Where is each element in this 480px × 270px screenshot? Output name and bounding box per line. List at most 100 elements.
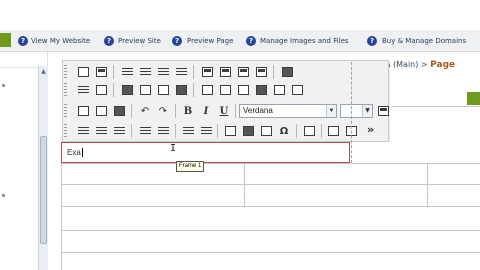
align-right-icon[interactable] [111,123,127,139]
paste-special-icon[interactable] [235,82,251,98]
nav-view-my-website[interactable]: View My Website [31,30,90,52]
breadcrumb: A (Main) > Page [385,58,455,72]
toolbar-separator [175,124,176,138]
chevron-down-icon[interactable]: ▼ [362,105,372,117]
italic-button[interactable]: I [198,103,214,119]
toolbar-separator [193,83,194,97]
outdent-icon[interactable] [180,123,196,139]
divider [0,67,38,68]
paste-format-icon[interactable] [289,82,305,98]
help-icon[interactable]: ? [246,36,256,46]
move-right-icon[interactable] [137,64,153,80]
align-left-icon[interactable] [75,123,91,139]
indent-icon[interactable] [198,123,214,139]
toolbar-row-layout [64,63,387,81]
move-down-icon[interactable] [173,64,189,80]
copy-format-icon[interactable] [271,82,287,98]
toolbar-separator [273,65,274,79]
insert-table-icon[interactable] [222,123,238,139]
redo-icon[interactable]: ↷ [155,103,171,119]
scrollbar-thumb[interactable] [40,136,47,244]
table-row-line [61,206,480,207]
align-center-icon[interactable] [93,123,109,139]
nav-buy-manage-domains[interactable]: Buy & Manage Domains [382,30,466,52]
font-family-select[interactable]: Verdana ▼ [239,104,337,118]
left-scrollbar[interactable]: ▲ [38,66,48,270]
table-row-line [61,252,480,253]
toolbar-separator [113,65,114,79]
insert-field-icon[interactable] [93,82,109,98]
toolbar-row-format: ↶ ↷ B I U Verdana ▼ ▼ [64,102,389,120]
insert-image-icon[interactable] [173,82,189,98]
toolbar-separator [175,104,176,118]
nav-preview-page[interactable]: Preview Page [187,30,233,52]
duplicate-icon[interactable] [253,82,269,98]
insert-object-icon[interactable] [301,123,317,139]
copy-text-icon[interactable] [93,103,109,119]
insert-cross-icon[interactable] [137,82,153,98]
move-up-icon[interactable] [155,64,171,80]
paste-icon[interactable] [217,82,233,98]
cursor-select-icon[interactable] [75,82,91,98]
bold-button[interactable]: B [180,103,196,119]
move-left-icon[interactable] [119,64,135,80]
table-col-line [427,163,428,206]
layout-middle-icon[interactable] [217,64,233,80]
toolbar-grip-icon[interactable] [64,124,67,138]
layout-bottom-icon[interactable] [235,64,251,80]
nav-preview-site[interactable]: Preview Site [118,30,161,52]
help-icon[interactable]: ? [367,36,377,46]
text-frame-input[interactable]: Exa [61,142,350,163]
insert-shape-icon[interactable] [155,82,171,98]
bullet-icon [2,84,5,87]
top-nav-bar: ? View My Website ? Preview Site ? Previ… [0,30,480,52]
layout-block-icon[interactable] [279,64,295,80]
toolbar-row-edit [64,81,387,99]
toolbar-grip-icon[interactable] [64,104,67,118]
text-color-icon[interactable] [375,103,391,119]
copy-icon[interactable] [199,82,215,98]
special-character-icon[interactable]: Ω [276,123,292,139]
insert-columns-icon[interactable] [75,64,91,80]
bullet-icon [2,194,5,197]
green-accent-block[interactable] [467,92,480,105]
breadcrumb-parent[interactable]: A (Main) > [385,60,428,69]
toolbar-separator [217,124,218,138]
underline-button[interactable]: U [216,103,232,119]
table-row-line [61,230,480,231]
undo-icon[interactable]: ↶ [137,103,153,119]
nav-green-button[interactable] [0,33,11,47]
insert-two-column-icon[interactable] [93,64,109,80]
toolbar-separator [193,65,194,79]
toolbar-separator [321,124,322,138]
numbered-list-icon[interactable] [137,123,153,139]
toolbar-separator [235,104,236,118]
layout-top-icon[interactable] [199,64,215,80]
text-caret [81,148,83,158]
font-size-select[interactable]: ▼ [340,104,373,118]
text-cursor-icon: I [170,143,177,154]
toolbar-separator [296,124,297,138]
layout-full-icon[interactable] [253,64,269,80]
editor-toolbar: ↶ ↷ B I U Verdana ▼ ▼ Ω » [62,60,389,142]
cut-icon[interactable] [75,103,91,119]
insert-box-icon[interactable] [119,82,135,98]
paste-text-icon[interactable] [111,103,127,119]
chevron-down-icon[interactable]: ▼ [326,105,336,117]
help-icon[interactable]: ? [172,36,182,46]
nav-manage-images-files[interactable]: Manage Images and Files [260,30,349,52]
insert-form-icon[interactable] [325,123,341,139]
scroll-up-arrow-icon[interactable]: ▲ [40,68,47,75]
toolbar-row-paragraph: Ω » [64,122,387,140]
insert-picture-icon[interactable] [240,123,256,139]
table-col-line [61,163,62,270]
editor-canvas[interactable]: Exa [61,62,480,270]
bulleted-list-icon[interactable] [155,123,171,139]
frame-tooltip: Frame 1 [176,161,205,172]
help-icon[interactable]: ? [104,36,114,46]
help-icon[interactable]: ? [18,36,28,46]
more-tools-icon[interactable]: » [367,123,374,136]
toolbar-grip-icon[interactable] [64,65,67,79]
toolbar-grip-icon[interactable] [64,83,67,97]
insert-media-icon[interactable] [258,123,274,139]
